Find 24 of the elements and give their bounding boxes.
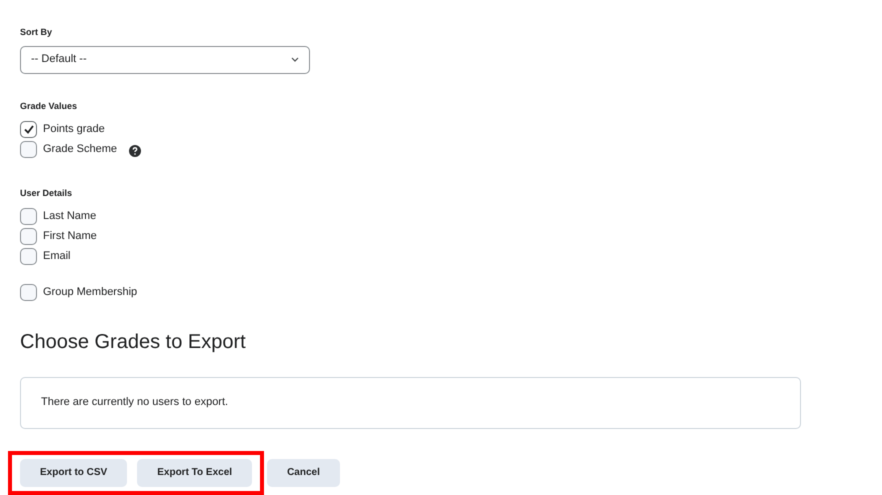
checkbox-label: Group Membership bbox=[43, 285, 138, 300]
checkbox-label: Grade Scheme bbox=[43, 142, 117, 157]
help-icon[interactable] bbox=[128, 145, 141, 157]
checkbox[interactable] bbox=[20, 120, 37, 138]
field-label: User Details bbox=[20, 187, 74, 200]
checkbox[interactable] bbox=[20, 284, 37, 301]
checkmark-icon bbox=[24, 124, 34, 134]
empty-message: There are currently no users to export. bbox=[41, 395, 228, 410]
checkbox[interactable] bbox=[20, 248, 37, 265]
checkbox[interactable] bbox=[20, 228, 37, 245]
field-label: Sort By bbox=[20, 26, 54, 39]
field-label: Grade Values bbox=[20, 100, 78, 112]
checkbox-label: Points grade bbox=[43, 122, 105, 137]
action-button[interactable]: Cancel bbox=[267, 458, 340, 486]
section-heading: Choose Grades to Export bbox=[20, 330, 247, 354]
action-button[interactable]: Export to CSV bbox=[20, 458, 128, 486]
checkbox[interactable] bbox=[20, 208, 37, 225]
action-button[interactable]: Export To Excel bbox=[137, 458, 252, 486]
sort-select[interactable]: -- Default -- bbox=[20, 46, 310, 74]
chevron-down-icon bbox=[291, 57, 299, 62]
checkbox[interactable] bbox=[20, 140, 37, 158]
checkbox-label: Email bbox=[43, 249, 71, 264]
checkbox-label: Last Name bbox=[43, 209, 96, 224]
checkbox-label: First Name bbox=[43, 229, 97, 244]
